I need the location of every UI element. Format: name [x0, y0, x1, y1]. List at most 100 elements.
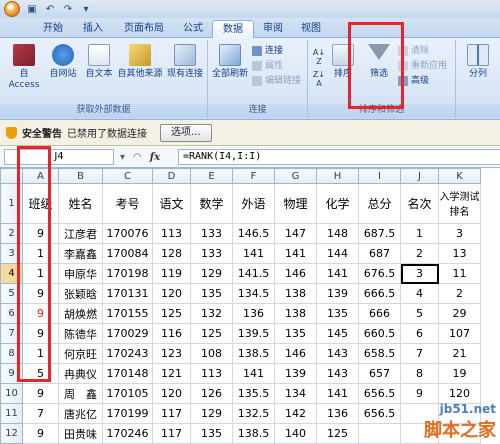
- connections-button[interactable]: 连接: [252, 44, 283, 58]
- table-cell[interactable]: 江彦君: [58, 223, 103, 244]
- table-cell[interactable]: 田贵味: [58, 423, 103, 444]
- table-cell[interactable]: 135: [274, 323, 317, 344]
- table-cell[interactable]: 170148: [102, 363, 153, 384]
- table-cell[interactable]: 687.5: [358, 223, 401, 244]
- table-cell[interactable]: 170155: [102, 303, 153, 324]
- column-header-h[interactable]: H: [316, 168, 359, 184]
- table-cell[interactable]: 676.5: [358, 263, 401, 284]
- table-cell[interactable]: 2: [400, 243, 439, 264]
- table-cell[interactable]: 660.5: [358, 323, 401, 344]
- table-cell[interactable]: 冉典仪: [58, 363, 103, 384]
- column-header-e[interactable]: E: [190, 168, 233, 184]
- office-button[interactable]: [4, 1, 20, 17]
- table-cell[interactable]: 146: [274, 343, 317, 364]
- table-cell[interactable]: 140: [274, 423, 317, 444]
- table-cell[interactable]: 170131: [102, 283, 153, 304]
- table-cell[interactable]: 119: [152, 263, 191, 284]
- table-cell[interactable]: 141: [316, 263, 359, 284]
- table-cell[interactable]: 170076: [102, 223, 153, 244]
- table-cell[interactable]: 132: [190, 303, 233, 324]
- table-cell[interactable]: 113: [152, 223, 191, 244]
- table-cell[interactable]: 657: [358, 363, 401, 384]
- table-cell[interactable]: 9: [22, 383, 59, 404]
- table-cell[interactable]: 周 鑫: [58, 383, 103, 404]
- table-cell[interactable]: 19: [438, 363, 481, 384]
- column-header-i[interactable]: I: [358, 168, 401, 184]
- sort-za-button[interactable]: Z↓ A: [312, 70, 326, 88]
- from-access-button[interactable]: 自 Access: [4, 44, 44, 91]
- table-cell[interactable]: 126: [190, 383, 233, 404]
- table-cell[interactable]: 666.5: [358, 283, 401, 304]
- table-cell[interactable]: 3: [438, 223, 481, 244]
- table-cell[interactable]: 134.5: [232, 283, 275, 304]
- table-cell[interactable]: 139: [274, 363, 317, 384]
- table-cell[interactable]: 申原华: [58, 263, 103, 284]
- table-cell[interactable]: 132.5: [232, 403, 275, 424]
- table-cell[interactable]: 116: [152, 323, 191, 344]
- table-cell[interactable]: 117: [152, 423, 191, 444]
- table-cell[interactable]: 113: [190, 363, 233, 384]
- properties-button[interactable]: 属性: [252, 59, 283, 73]
- save-icon[interactable]: ▣: [26, 4, 38, 15]
- table-cell[interactable]: 125: [190, 323, 233, 344]
- table-cell[interactable]: 687: [358, 243, 401, 264]
- table-cell[interactable]: 6: [400, 323, 439, 344]
- table-cell[interactable]: 170246: [102, 423, 153, 444]
- table-cell[interactable]: 144: [316, 243, 359, 264]
- table-cell[interactable]: 129: [190, 263, 233, 284]
- header-cell[interactable]: 外语: [232, 183, 275, 224]
- tab-formulas[interactable]: 公式: [176, 20, 210, 38]
- tab-data[interactable]: 数据: [212, 20, 254, 38]
- table-cell[interactable]: 138: [274, 283, 317, 304]
- table-cell[interactable]: 170105: [102, 383, 153, 404]
- table-cell[interactable]: 146.5: [232, 223, 275, 244]
- table-cell[interactable]: 11: [438, 263, 481, 284]
- refresh-all-button[interactable]: 全部刷新: [210, 44, 250, 80]
- header-cell[interactable]: 入学测试排名: [438, 183, 481, 224]
- options-button[interactable]: 选项...: [160, 123, 212, 142]
- name-box-dropdown-icon[interactable]: ▾: [120, 152, 125, 163]
- table-cell[interactable]: 120: [152, 383, 191, 404]
- table-cell[interactable]: 136: [232, 303, 275, 324]
- table-cell[interactable]: 125: [152, 303, 191, 324]
- table-cell[interactable]: 4: [400, 283, 439, 304]
- sort-az-button[interactable]: A↓ Z: [312, 48, 326, 66]
- table-cell[interactable]: 何京旺: [58, 343, 103, 364]
- customize-dropdown-icon[interactable]: ▾: [80, 4, 92, 15]
- row-header[interactable]: 11: [0, 403, 23, 424]
- table-cell[interactable]: 170198: [102, 263, 153, 284]
- table-cell[interactable]: 136: [316, 403, 359, 424]
- table-cell[interactable]: 139: [316, 283, 359, 304]
- table-cell[interactable]: 胡焕燃: [58, 303, 103, 324]
- column-header-d[interactable]: D: [152, 168, 191, 184]
- table-cell[interactable]: 唐兆亿: [58, 403, 103, 424]
- table-cell[interactable]: 1: [400, 223, 439, 244]
- table-cell[interactable]: 170243: [102, 343, 153, 364]
- row-header[interactable]: 12: [0, 423, 23, 444]
- table-cell[interactable]: [358, 423, 401, 444]
- table-cell[interactable]: 138.5: [232, 343, 275, 364]
- table-cell[interactable]: 120: [438, 383, 481, 404]
- header-cell[interactable]: 物理: [274, 183, 317, 224]
- table-cell[interactable]: 8: [400, 363, 439, 384]
- from-other-sources-button[interactable]: 自其他来源: [116, 44, 164, 80]
- table-cell[interactable]: 李嘉鑫: [58, 243, 103, 264]
- table-cell[interactable]: 658.5: [358, 343, 401, 364]
- header-cell[interactable]: 考号: [102, 183, 153, 224]
- column-header-b[interactable]: B: [58, 168, 103, 184]
- expand-icon[interactable]: ◠: [133, 152, 142, 163]
- column-header-k[interactable]: K: [438, 168, 481, 184]
- table-cell[interactable]: 141: [232, 243, 275, 264]
- table-cell[interactable]: 135: [190, 423, 233, 444]
- table-cell[interactable]: 141: [274, 243, 317, 264]
- header-cell[interactable]: 总分: [358, 183, 401, 224]
- table-cell[interactable]: 108: [190, 343, 233, 364]
- table-cell[interactable]: 147: [274, 223, 317, 244]
- table-cell[interactable]: 135: [316, 303, 359, 324]
- table-cell[interactable]: 107: [438, 323, 481, 344]
- table-cell[interactable]: 13: [438, 243, 481, 264]
- table-cell[interactable]: 128: [152, 243, 191, 264]
- table-cell[interactable]: 9: [22, 423, 59, 444]
- undo-icon[interactable]: ↶: [44, 4, 56, 15]
- tab-home[interactable]: 开始: [36, 20, 70, 38]
